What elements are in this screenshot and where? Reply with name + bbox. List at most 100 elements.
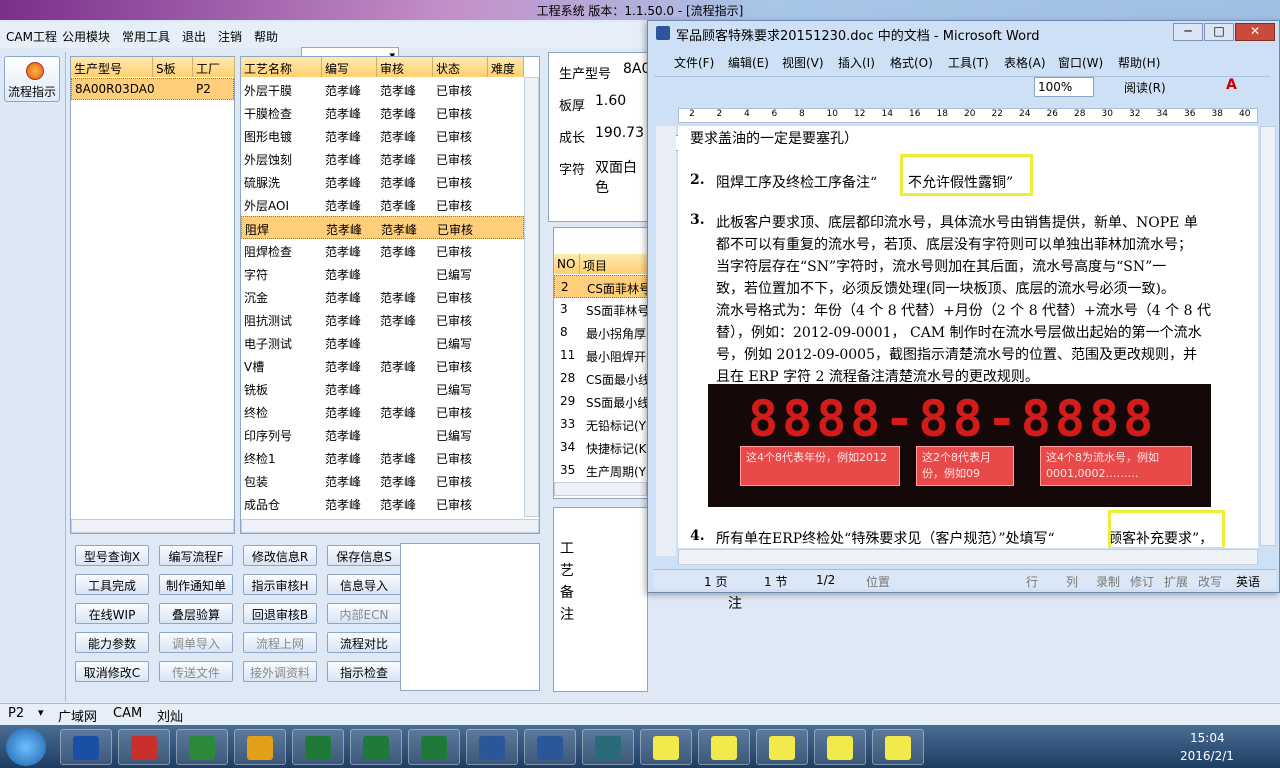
status-ext[interactable]: 扩展 [1164,573,1188,590]
word-menu-item[interactable]: 文件(F) [674,54,714,71]
item-row[interactable]: 11 最小阻焊开 [554,344,647,367]
zoom-combo[interactable]: 100% [1034,77,1094,97]
item-row[interactable]: 8 最小拐角厚 [554,321,647,344]
col-reviewer[interactable]: 审核 [377,57,433,77]
action-button[interactable]: 制作通知单 [159,574,233,595]
word-menu-item[interactable]: 插入(I) [838,54,875,71]
menu-tools[interactable]: 常用工具 [122,28,170,45]
item-row[interactable]: 29 SS面最小线 [554,390,649,413]
process-row[interactable]: 阻焊 范孝峰 范孝峰 已审核 [241,216,524,239]
word-vscroll[interactable] [1260,126,1276,546]
taskbar-item[interactable] [292,729,344,765]
action-button[interactable]: 型号查询X [75,545,149,566]
col-item[interactable]: 项目 [580,254,648,274]
action-button[interactable]: 调单导入 [159,632,233,653]
process-row[interactable]: 沉金 范孝峰 范孝峰 已审核 [241,285,524,308]
menu-cam[interactable]: CAM工程 [6,28,57,45]
model-row[interactable]: 8A00R03DA0 P2 [71,78,234,100]
item-row[interactable]: 2 CS面菲林号 [554,275,651,298]
char-value[interactable]: 双面白色 [595,157,647,197]
ruler[interactable]: 2 2 4 6 8 10 12 14 16 18 20 22 24 26 28 30 32 34 36 38 40 [678,108,1258,123]
action-button[interactable]: 传送文件 [159,661,233,682]
process-row[interactable]: 包装 范孝峰 范孝峰 已审核 [241,469,524,492]
menu-help[interactable]: 帮助 [254,28,278,45]
process-row[interactable]: 电子测试 范孝峰 已编写 [241,331,524,354]
process-row[interactable]: 终检1 范孝峰 范孝峰 已审核 [241,446,524,469]
taskbar-item[interactable] [872,729,924,765]
word-menu-item[interactable]: 视图(V) [782,54,824,71]
item-row[interactable]: 34 快捷标记(K [554,436,647,459]
menu-common[interactable]: 公用模块 [62,28,110,45]
status-rev[interactable]: 修订 [1130,573,1154,590]
factory-select[interactable]: P2 [8,706,24,721]
action-button[interactable]: 编写流程F [159,545,233,566]
menu-exit[interactable]: 退出 [182,28,206,45]
taskbar-item[interactable] [408,729,460,765]
word-menu-item[interactable]: 工具(T) [948,54,989,71]
item-row[interactable]: 35 生产周期(Y [554,459,647,482]
process-row[interactable]: 干膜检查 范孝峰 范孝峰 已审核 [241,101,524,124]
taskbar-item[interactable] [814,729,866,765]
word-hscroll[interactable] [678,549,1258,565]
col-difficulty[interactable]: 难度 [488,57,524,77]
col-no[interactable]: NO [554,254,580,274]
item-row[interactable]: 28 CS面最小线 [554,367,650,390]
col-s[interactable]: S板 [153,57,193,77]
process-row[interactable]: 阻抗测试 范孝峰 范孝峰 已审核 [241,308,524,331]
taskbar-item[interactable] [350,729,402,765]
taskbar-item[interactable] [234,729,286,765]
action-button[interactable]: 接外调资料 [243,661,317,682]
process-row[interactable]: 成品仓 范孝峰 范孝峰 已审核 [241,492,524,515]
word-menu-item[interactable]: 窗口(W) [1058,54,1103,71]
action-button[interactable]: 流程对比 [327,632,401,653]
process-row[interactable]: V槽 范孝峰 范孝峰 已审核 [241,354,524,377]
taskbar-item[interactable] [466,729,518,765]
action-button[interactable]: 在线WIP [75,603,149,624]
word-menu-item[interactable]: 帮助(H) [1118,54,1160,71]
process-row[interactable]: 图形电镀 范孝峰 范孝峰 已审核 [241,124,524,147]
read-button[interactable]: 阅读(R) [1124,79,1166,96]
process-row[interactable]: 字符 范孝峰 已编写 [241,262,524,285]
action-button[interactable]: 回退审核B [243,603,317,624]
flow-indicator-button[interactable]: 流程指示 [4,56,60,102]
col-factory[interactable]: 工厂 [193,57,235,77]
word-menu-item[interactable]: 编辑(E) [728,54,769,71]
word-menu-item[interactable]: 格式(O) [890,54,933,71]
action-button[interactable]: 取消修改C [75,661,149,682]
taskbar-item[interactable] [524,729,576,765]
clock-date[interactable]: 2016/2/1 [1180,749,1234,763]
taskbar-item[interactable] [60,729,112,765]
process-vscroll[interactable] [524,77,539,517]
length-value[interactable]: 190.73 [595,125,644,141]
process-row[interactable]: 外层AOI 范孝峰 范孝峰 已审核 [241,193,524,216]
action-button[interactable]: 指示审核H [243,574,317,595]
process-row[interactable]: 外层干膜 范孝峰 范孝峰 已审核 [241,78,524,101]
col-model[interactable]: 生产型号 [71,57,153,77]
model-hscroll[interactable] [71,519,234,533]
process-row[interactable]: 终检 范孝峰 范孝峰 已审核 [241,400,524,423]
action-button[interactable]: 叠层验算 [159,603,233,624]
col-status[interactable]: 状态 [433,57,488,77]
status-rec[interactable]: 录制 [1096,573,1120,590]
action-button[interactable]: 内部ECN [327,603,401,624]
item-row[interactable]: 3 SS面菲林号 [554,298,649,321]
process-row[interactable]: 印序列号 范孝峰 已编写 [241,423,524,446]
taskbar-item[interactable] [756,729,808,765]
taskbar-item[interactable] [698,729,750,765]
process-row[interactable]: 硫脲洗 范孝峰 范孝峰 已审核 [241,170,524,193]
clock-time[interactable]: 15:04 [1190,731,1225,745]
action-button[interactable]: 信息导入 [327,574,401,595]
taskbar-item[interactable] [118,729,170,765]
status-ovr[interactable]: 改写 [1198,573,1222,590]
action-button[interactable]: 工具完成 [75,574,149,595]
action-button[interactable]: 指示检查 [327,661,401,682]
taskbar-item[interactable] [176,729,228,765]
word-close-button[interactable]: ✕ [1235,23,1275,41]
item-row[interactable]: 33 无铅标记(Y [554,413,647,436]
process-hscroll[interactable] [241,519,539,533]
start-button[interactable] [6,728,46,766]
items-hscroll[interactable] [554,482,647,496]
taskbar-item[interactable] [640,729,692,765]
chevron-down-icon[interactable]: ▾ [38,706,44,719]
process-row[interactable]: 外层蚀刻 范孝峰 范孝峰 已审核 [241,147,524,170]
